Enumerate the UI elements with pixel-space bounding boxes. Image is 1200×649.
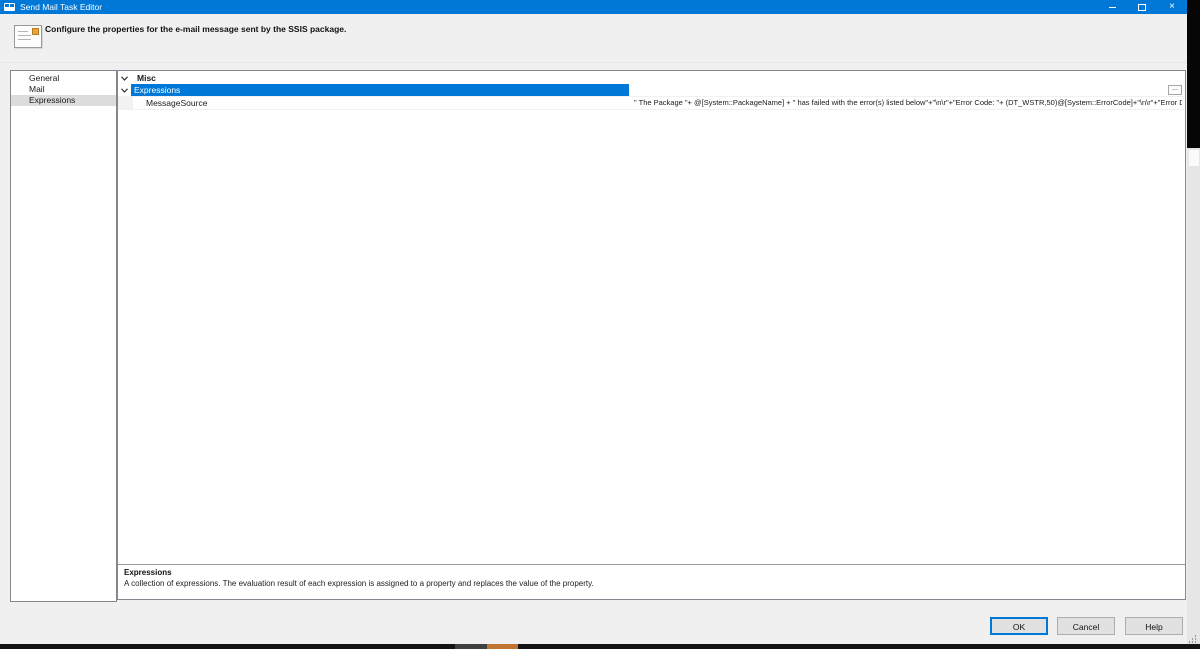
title-bar[interactable]: Send Mail Task Editor × bbox=[0, 0, 1187, 14]
send-mail-task-editor-dialog: Send Mail Task Editor × Configure the pr… bbox=[0, 0, 1187, 644]
resize-grip[interactable] bbox=[1188, 635, 1196, 643]
envelope-icon bbox=[14, 25, 42, 48]
category-row-misc[interactable]: Misc bbox=[118, 72, 1185, 84]
minimize-button[interactable] bbox=[1097, 0, 1127, 14]
sidebar-item-general[interactable]: General bbox=[11, 73, 116, 84]
background-window-light bbox=[1187, 148, 1200, 644]
property-value-expression[interactable]: " The Package "+ @[System::PackageName] … bbox=[634, 97, 1182, 109]
envelope-line bbox=[18, 39, 31, 40]
description-pane-title: Expressions bbox=[124, 568, 1179, 577]
envelope-line bbox=[18, 31, 28, 32]
category-label: Misc bbox=[137, 72, 156, 84]
dialog-header: Configure the properties for the e-mail … bbox=[0, 14, 1187, 63]
sidebar-item-mail[interactable]: Mail bbox=[11, 84, 116, 95]
collapse-toggle[interactable] bbox=[118, 72, 131, 84]
expression-editor-button[interactable]: ... bbox=[1168, 85, 1182, 95]
sidebar-item-expressions[interactable]: Expressions bbox=[11, 95, 116, 106]
help-button[interactable]: Help bbox=[1125, 617, 1183, 635]
row-gutter bbox=[118, 97, 133, 109]
envelope-stamp bbox=[32, 28, 39, 35]
taskbar-sliver[interactable] bbox=[0, 644, 1200, 649]
background-window-fragment bbox=[1189, 150, 1199, 166]
category-row-expressions[interactable]: Expressions ... bbox=[118, 84, 1185, 96]
collapse-toggle[interactable] bbox=[118, 84, 131, 96]
selected-category-label[interactable]: Expressions bbox=[131, 84, 629, 96]
taskbar-item-active[interactable] bbox=[487, 644, 518, 649]
description-pane: Expressions A collection of expressions.… bbox=[118, 564, 1185, 599]
description-pane-text: A collection of expressions. The evaluat… bbox=[124, 579, 1179, 588]
close-icon: × bbox=[1169, 2, 1175, 12]
dialog-description: Configure the properties for the e-mail … bbox=[45, 24, 346, 34]
minimize-icon bbox=[1109, 7, 1116, 8]
chevron-down-icon bbox=[121, 76, 128, 81]
taskbar-item-inactive[interactable] bbox=[455, 644, 487, 649]
envelope-icon bbox=[4, 3, 15, 11]
page-list: General Mail Expressions bbox=[10, 70, 117, 602]
window-title: Send Mail Task Editor bbox=[20, 2, 102, 12]
property-row-messagesource[interactable]: MessageSource " The Package "+ @[System:… bbox=[118, 96, 1185, 110]
background-window-dark bbox=[1187, 0, 1200, 148]
maximize-icon bbox=[1138, 4, 1146, 11]
property-name[interactable]: MessageSource bbox=[146, 97, 207, 109]
chevron-down-icon bbox=[121, 88, 128, 93]
property-grid: Misc Expressions ... MessageSource " The… bbox=[117, 70, 1186, 600]
envelope-line bbox=[18, 35, 31, 36]
maximize-button[interactable] bbox=[1127, 0, 1157, 14]
ok-button[interactable]: OK bbox=[990, 617, 1048, 635]
close-button[interactable]: × bbox=[1157, 0, 1187, 14]
cancel-button[interactable]: Cancel bbox=[1057, 617, 1115, 635]
